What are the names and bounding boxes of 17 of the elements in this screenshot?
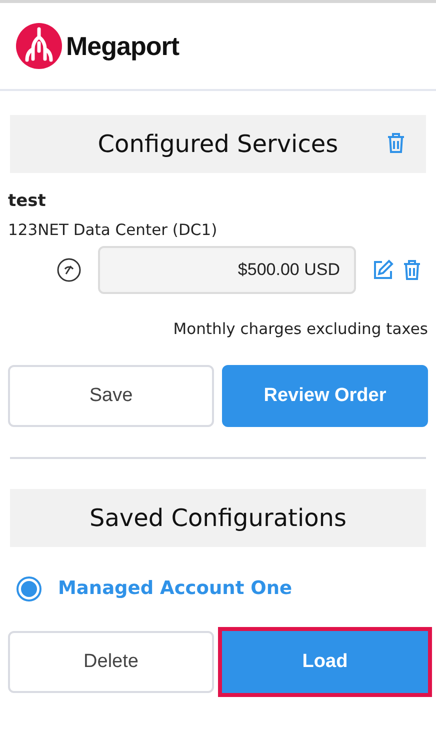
edit-icon[interactable] xyxy=(372,258,394,281)
radio-button[interactable] xyxy=(16,576,42,602)
trash-icon[interactable] xyxy=(402,258,422,281)
section-title: Saved Configurations xyxy=(89,503,347,534)
service-location: 123NET Data Center (DC1) xyxy=(8,220,218,240)
service-name: test xyxy=(8,190,47,213)
gauge-icon xyxy=(56,256,82,283)
action-button[interactable]: Save xyxy=(8,365,214,427)
action-button[interactable]: Delete xyxy=(8,630,214,693)
logo-text: Megaport xyxy=(66,30,179,62)
pricing-note: Monthly charges excluding taxes xyxy=(173,318,428,340)
action-button[interactable]: Review Order xyxy=(222,365,428,427)
logo-icon xyxy=(16,23,62,69)
trash-icon[interactable] xyxy=(386,132,406,154)
price-field: $500.00 USD xyxy=(98,246,356,294)
option-label[interactable]: Managed Account One xyxy=(58,575,292,603)
section-title: Configured Services xyxy=(98,129,338,160)
